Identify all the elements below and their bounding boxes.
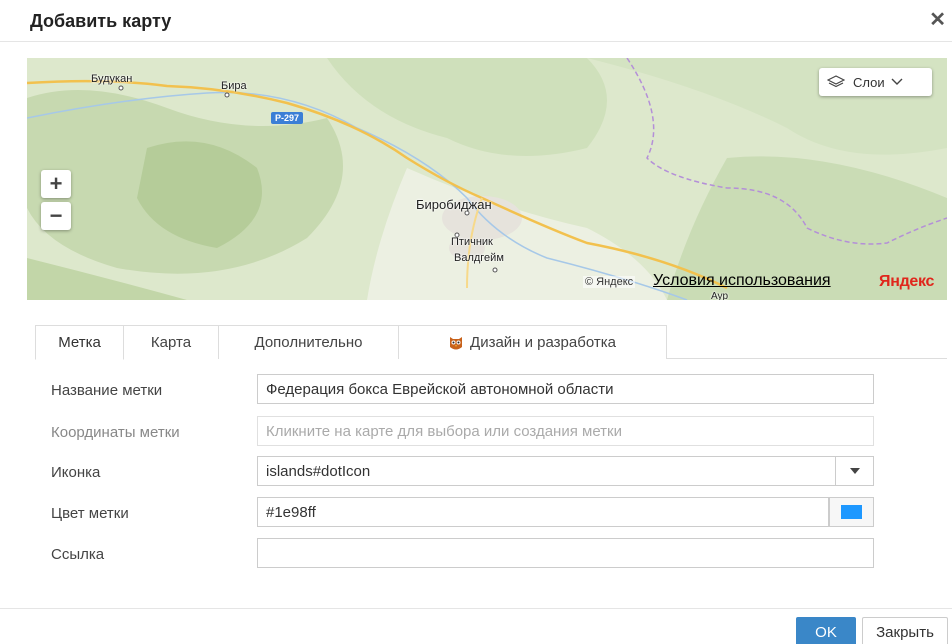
caret-down-icon (849, 468, 860, 474)
name-input[interactable]: Федерация бокса Еврейской автономной обл… (257, 374, 874, 404)
select-dropdown-button[interactable] (835, 457, 873, 485)
color-label: Цвет метки (51, 505, 129, 522)
tab-bar: Метка Карта Дополнительно Дизайн и разра… (35, 325, 947, 360)
tab-label: Карта (150, 334, 192, 351)
close-button[interactable]: Закрыть (862, 617, 948, 644)
coords-label: Координаты метки (51, 424, 180, 441)
zoom-in-button[interactable]: + (41, 170, 71, 198)
layers-label: Слои (853, 74, 885, 90)
color-picker-button[interactable] (829, 497, 874, 527)
tab-marker[interactable]: Метка (35, 325, 124, 360)
tab-label: Дизайн и разработка (470, 334, 616, 351)
road-badge: Р-297 (271, 112, 304, 124)
map-view[interactable]: Будукан Бира Р-297 Биробиджан Птичник Ва… (27, 58, 947, 300)
icon-select[interactable]: islands#dotIcon (257, 456, 874, 486)
map-copyright: © Яндекс (583, 276, 636, 288)
icon-label: Иконка (51, 464, 101, 481)
ok-button[interactable]: OK (796, 617, 856, 644)
zoom-out-button[interactable]: − (41, 202, 71, 230)
yandex-logo: Яндекс (879, 273, 935, 290)
form-row-name: Название метки Федерация бокса Еврейской… (0, 374, 952, 406)
chevron-down-icon (891, 78, 903, 85)
place-valdgeim: Валдгейм (454, 252, 504, 264)
color-input[interactable]: #1e98ff (257, 497, 829, 527)
terms-link[interactable]: Условия использования (653, 272, 831, 290)
form-row-color: Цвет метки #1e98ff (0, 497, 952, 529)
tab-label: Метка (58, 334, 101, 351)
name-label: Название метки (51, 382, 163, 399)
dialog-header: Добавить карту ✕ (0, 0, 952, 42)
place-ptichnik: Птичник (451, 236, 493, 248)
form-row-icon: Иконка islands#dotIcon (0, 456, 952, 488)
add-map-dialog: Добавить карту ✕ Будукан Бира Р-297 Биро… (0, 0, 952, 644)
layers-button[interactable]: Слои (819, 68, 932, 96)
link-label: Ссылка (51, 546, 105, 563)
layers-icon (827, 75, 845, 88)
place-budukan: Будукан (91, 73, 133, 85)
dialog-title: Добавить карту (30, 11, 172, 31)
link-input[interactable] (257, 538, 874, 568)
close-icon[interactable]: ✕ (929, 10, 946, 30)
form-row-coords: Координаты метки Кликните на карте для в… (0, 416, 952, 448)
tab-label: Дополнительно (254, 334, 363, 351)
owl-icon (450, 336, 463, 349)
place-bira: Бира (221, 80, 247, 92)
tab-map[interactable]: Карта (124, 325, 219, 359)
coords-input[interactable]: Кликните на карте для выбора или создани… (257, 416, 874, 446)
place-birobidzhan: Биробиджан (416, 197, 492, 212)
tab-additional[interactable]: Дополнительно (219, 325, 399, 359)
form-row-link: Ссылка (0, 538, 952, 570)
place-aur: Аур (711, 291, 729, 300)
tab-design[interactable]: Дизайн и разработка (399, 325, 667, 359)
color-swatch (841, 505, 862, 519)
